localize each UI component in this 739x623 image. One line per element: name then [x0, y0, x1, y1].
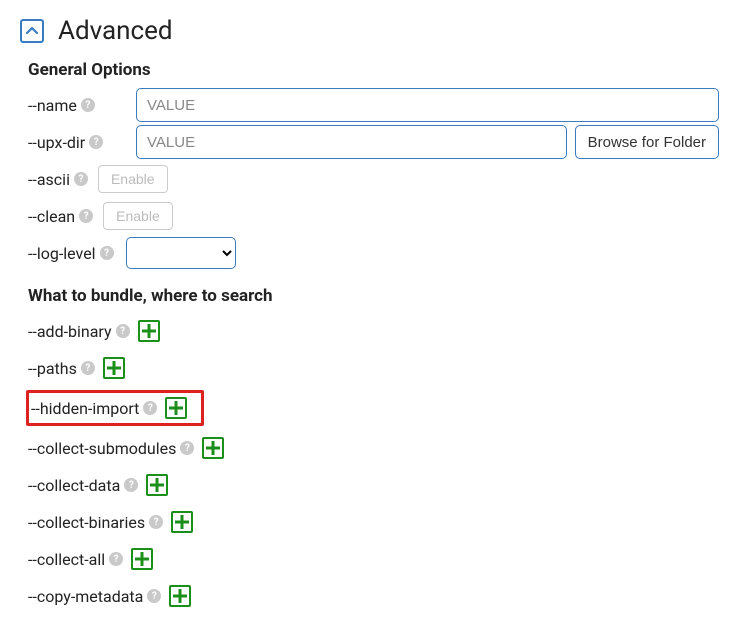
row-ascii: --ascii ? Enable	[28, 162, 719, 196]
upxdir-input[interactable]	[136, 125, 567, 159]
label-add-binary: --add-binary	[28, 322, 112, 341]
plus-icon	[173, 589, 187, 603]
row-collect-data: --collect-data ?	[28, 468, 719, 502]
paths-plus-button[interactable]	[103, 357, 125, 379]
ascii-enable-button[interactable]: Enable	[98, 165, 168, 193]
collect-binaries-plus-button[interactable]	[171, 511, 193, 533]
row-upxdir: --upx-dir ? Browse for Folder	[28, 125, 719, 159]
label-collect-all: --collect-all	[28, 550, 105, 569]
label-upxdir: --upx-dir	[28, 133, 85, 152]
loglevel-select[interactable]	[126, 237, 236, 269]
label-copy-metadata: --copy-metadata	[28, 587, 143, 606]
help-icon[interactable]: ?	[180, 441, 194, 455]
clean-enable-button[interactable]: Enable	[103, 202, 173, 230]
chevron-up-icon	[25, 24, 39, 38]
general-options-title: General Options	[28, 60, 719, 80]
copy-metadata-plus-button[interactable]	[169, 585, 191, 607]
help-icon[interactable]: ?	[81, 361, 95, 375]
label-hidden-import: --hidden-import	[31, 399, 139, 418]
help-icon[interactable]: ?	[81, 98, 95, 112]
plus-icon	[150, 478, 164, 492]
plus-icon	[169, 401, 183, 415]
help-icon[interactable]: ?	[79, 209, 93, 223]
row-collect-submodules: --collect-submodules ?	[28, 431, 719, 465]
plus-icon	[142, 324, 156, 338]
row-collect-all: --collect-all ?	[28, 542, 719, 576]
help-icon[interactable]: ?	[109, 552, 123, 566]
hidden-import-highlight: --hidden-import ?	[26, 390, 204, 426]
browse-folder-button[interactable]: Browse for Folder	[575, 125, 719, 159]
collapse-toggle[interactable]	[20, 19, 44, 43]
label-collect-submodules: --collect-submodules	[28, 439, 176, 458]
row-loglevel: --log-level ?	[28, 236, 719, 270]
help-icon[interactable]: ?	[100, 246, 114, 260]
collect-submodules-plus-button[interactable]	[202, 437, 224, 459]
section-heading: Advanced	[58, 16, 173, 46]
collect-data-plus-button[interactable]	[146, 474, 168, 496]
label-ascii: --ascii	[28, 170, 70, 189]
label-name: --name	[28, 96, 77, 115]
row-copy-metadata: --copy-metadata ?	[28, 579, 719, 613]
label-collect-data: --collect-data	[28, 476, 120, 495]
bundle-section-title: What to bundle, where to search	[28, 286, 719, 306]
help-icon[interactable]: ?	[149, 515, 163, 529]
row-add-binary: --add-binary ?	[28, 314, 719, 348]
plus-icon	[175, 515, 189, 529]
plus-icon	[107, 361, 121, 375]
hidden-import-plus-button[interactable]	[165, 397, 187, 419]
plus-icon	[135, 552, 149, 566]
advanced-header: Advanced	[20, 16, 719, 46]
row-collect-binaries: --collect-binaries ?	[28, 505, 719, 539]
label-collect-binaries: --collect-binaries	[28, 513, 145, 532]
help-icon[interactable]: ?	[124, 478, 138, 492]
help-icon[interactable]: ?	[116, 324, 130, 338]
plus-icon	[206, 441, 220, 455]
row-clean: --clean ? Enable	[28, 199, 719, 233]
row-name: --name ?	[28, 88, 719, 122]
row-paths: --paths ?	[28, 351, 719, 385]
collect-all-plus-button[interactable]	[131, 548, 153, 570]
help-icon[interactable]: ?	[143, 401, 157, 415]
add-binary-plus-button[interactable]	[138, 320, 160, 342]
help-icon[interactable]: ?	[74, 172, 88, 186]
help-icon[interactable]: ?	[147, 589, 161, 603]
help-icon[interactable]: ?	[89, 135, 103, 149]
label-loglevel: --log-level	[28, 244, 96, 263]
name-input[interactable]	[136, 88, 719, 122]
label-clean: --clean	[28, 207, 75, 226]
label-paths: --paths	[28, 359, 77, 378]
